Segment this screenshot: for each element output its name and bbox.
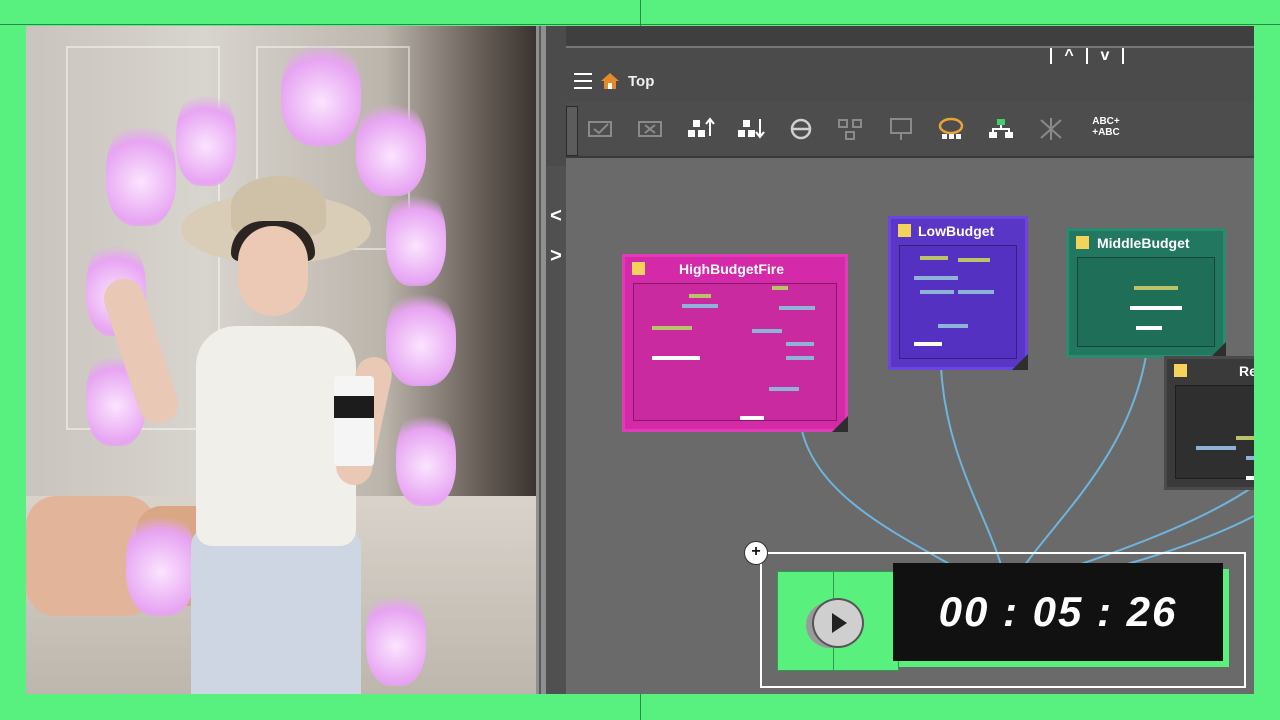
mini-node bbox=[1136, 326, 1162, 330]
node-resize-handle[interactable] bbox=[1012, 354, 1028, 370]
node-body bbox=[1077, 257, 1215, 347]
mini-node bbox=[1246, 456, 1254, 460]
mini-node bbox=[1196, 446, 1236, 450]
person-head bbox=[238, 226, 308, 316]
node-color-swatch bbox=[1076, 236, 1089, 249]
node-title: Refer bbox=[1167, 359, 1254, 383]
node-title-text: Refer bbox=[1239, 363, 1254, 379]
play-icon[interactable] bbox=[812, 598, 864, 648]
node-title-text: LowBudget bbox=[918, 223, 995, 239]
video-preview bbox=[26, 26, 536, 694]
mini-node bbox=[920, 290, 954, 294]
flame-effect bbox=[396, 406, 456, 506]
timer-text: 00 : 05 : 26 bbox=[938, 588, 1178, 635]
mini-node bbox=[652, 326, 692, 330]
mini-node bbox=[740, 416, 764, 420]
flame-effect bbox=[106, 116, 176, 226]
mini-node bbox=[920, 256, 948, 260]
guide-line-horizontal bbox=[0, 24, 1280, 25]
mini-node bbox=[772, 286, 788, 290]
node-body bbox=[1175, 385, 1254, 480]
node-lowbudget[interactable]: LowBudget bbox=[888, 216, 1028, 370]
mini-node bbox=[786, 356, 814, 360]
person-legs bbox=[191, 526, 361, 694]
mini-node bbox=[1246, 476, 1254, 480]
panel-splitter[interactable] bbox=[536, 26, 546, 694]
flame-effect bbox=[366, 586, 426, 686]
node-title: HighBudgetFire bbox=[625, 257, 845, 281]
mini-node bbox=[914, 276, 958, 280]
mini-node bbox=[786, 342, 814, 346]
mini-node bbox=[682, 304, 718, 308]
cup bbox=[334, 376, 374, 466]
node-highbudgetfire[interactable]: HighBudgetFire bbox=[622, 254, 848, 432]
mini-node bbox=[958, 258, 990, 262]
node-color-swatch bbox=[632, 262, 645, 275]
mini-node bbox=[958, 290, 994, 294]
node-title-text: MiddleBudget bbox=[1097, 235, 1190, 251]
person-body bbox=[196, 326, 356, 546]
mini-node bbox=[779, 306, 815, 310]
flame-effect bbox=[386, 286, 456, 386]
mini-node bbox=[938, 324, 968, 328]
node-title: LowBudget bbox=[891, 219, 1025, 243]
flame-effect bbox=[356, 96, 426, 196]
node-refer[interactable]: Refer bbox=[1164, 356, 1254, 490]
mini-node bbox=[752, 329, 782, 333]
flame-effect bbox=[176, 86, 236, 186]
mini-node bbox=[689, 294, 711, 298]
node-body bbox=[899, 245, 1017, 359]
mini-node bbox=[914, 342, 942, 346]
flame-effect bbox=[126, 506, 196, 616]
mini-node bbox=[652, 356, 700, 360]
mini-node bbox=[1134, 286, 1178, 290]
flame-effect bbox=[386, 186, 446, 286]
node-title: MiddleBudget bbox=[1069, 231, 1223, 255]
mini-node bbox=[1236, 436, 1254, 440]
node-middlebudget[interactable]: MiddleBudget bbox=[1066, 228, 1226, 358]
node-title-text: HighBudgetFire bbox=[679, 261, 784, 277]
cup-band bbox=[334, 396, 374, 418]
timer-display: 00 : 05 : 26 bbox=[893, 563, 1223, 661]
flame-effect bbox=[281, 36, 361, 146]
plus-icon[interactable]: + bbox=[744, 541, 768, 565]
mini-node bbox=[769, 387, 799, 391]
mini-node bbox=[1130, 306, 1182, 310]
node-resize-handle[interactable] bbox=[832, 416, 848, 432]
node-color-swatch bbox=[898, 224, 911, 237]
node-color-swatch bbox=[1174, 364, 1187, 377]
node-body bbox=[633, 283, 837, 421]
